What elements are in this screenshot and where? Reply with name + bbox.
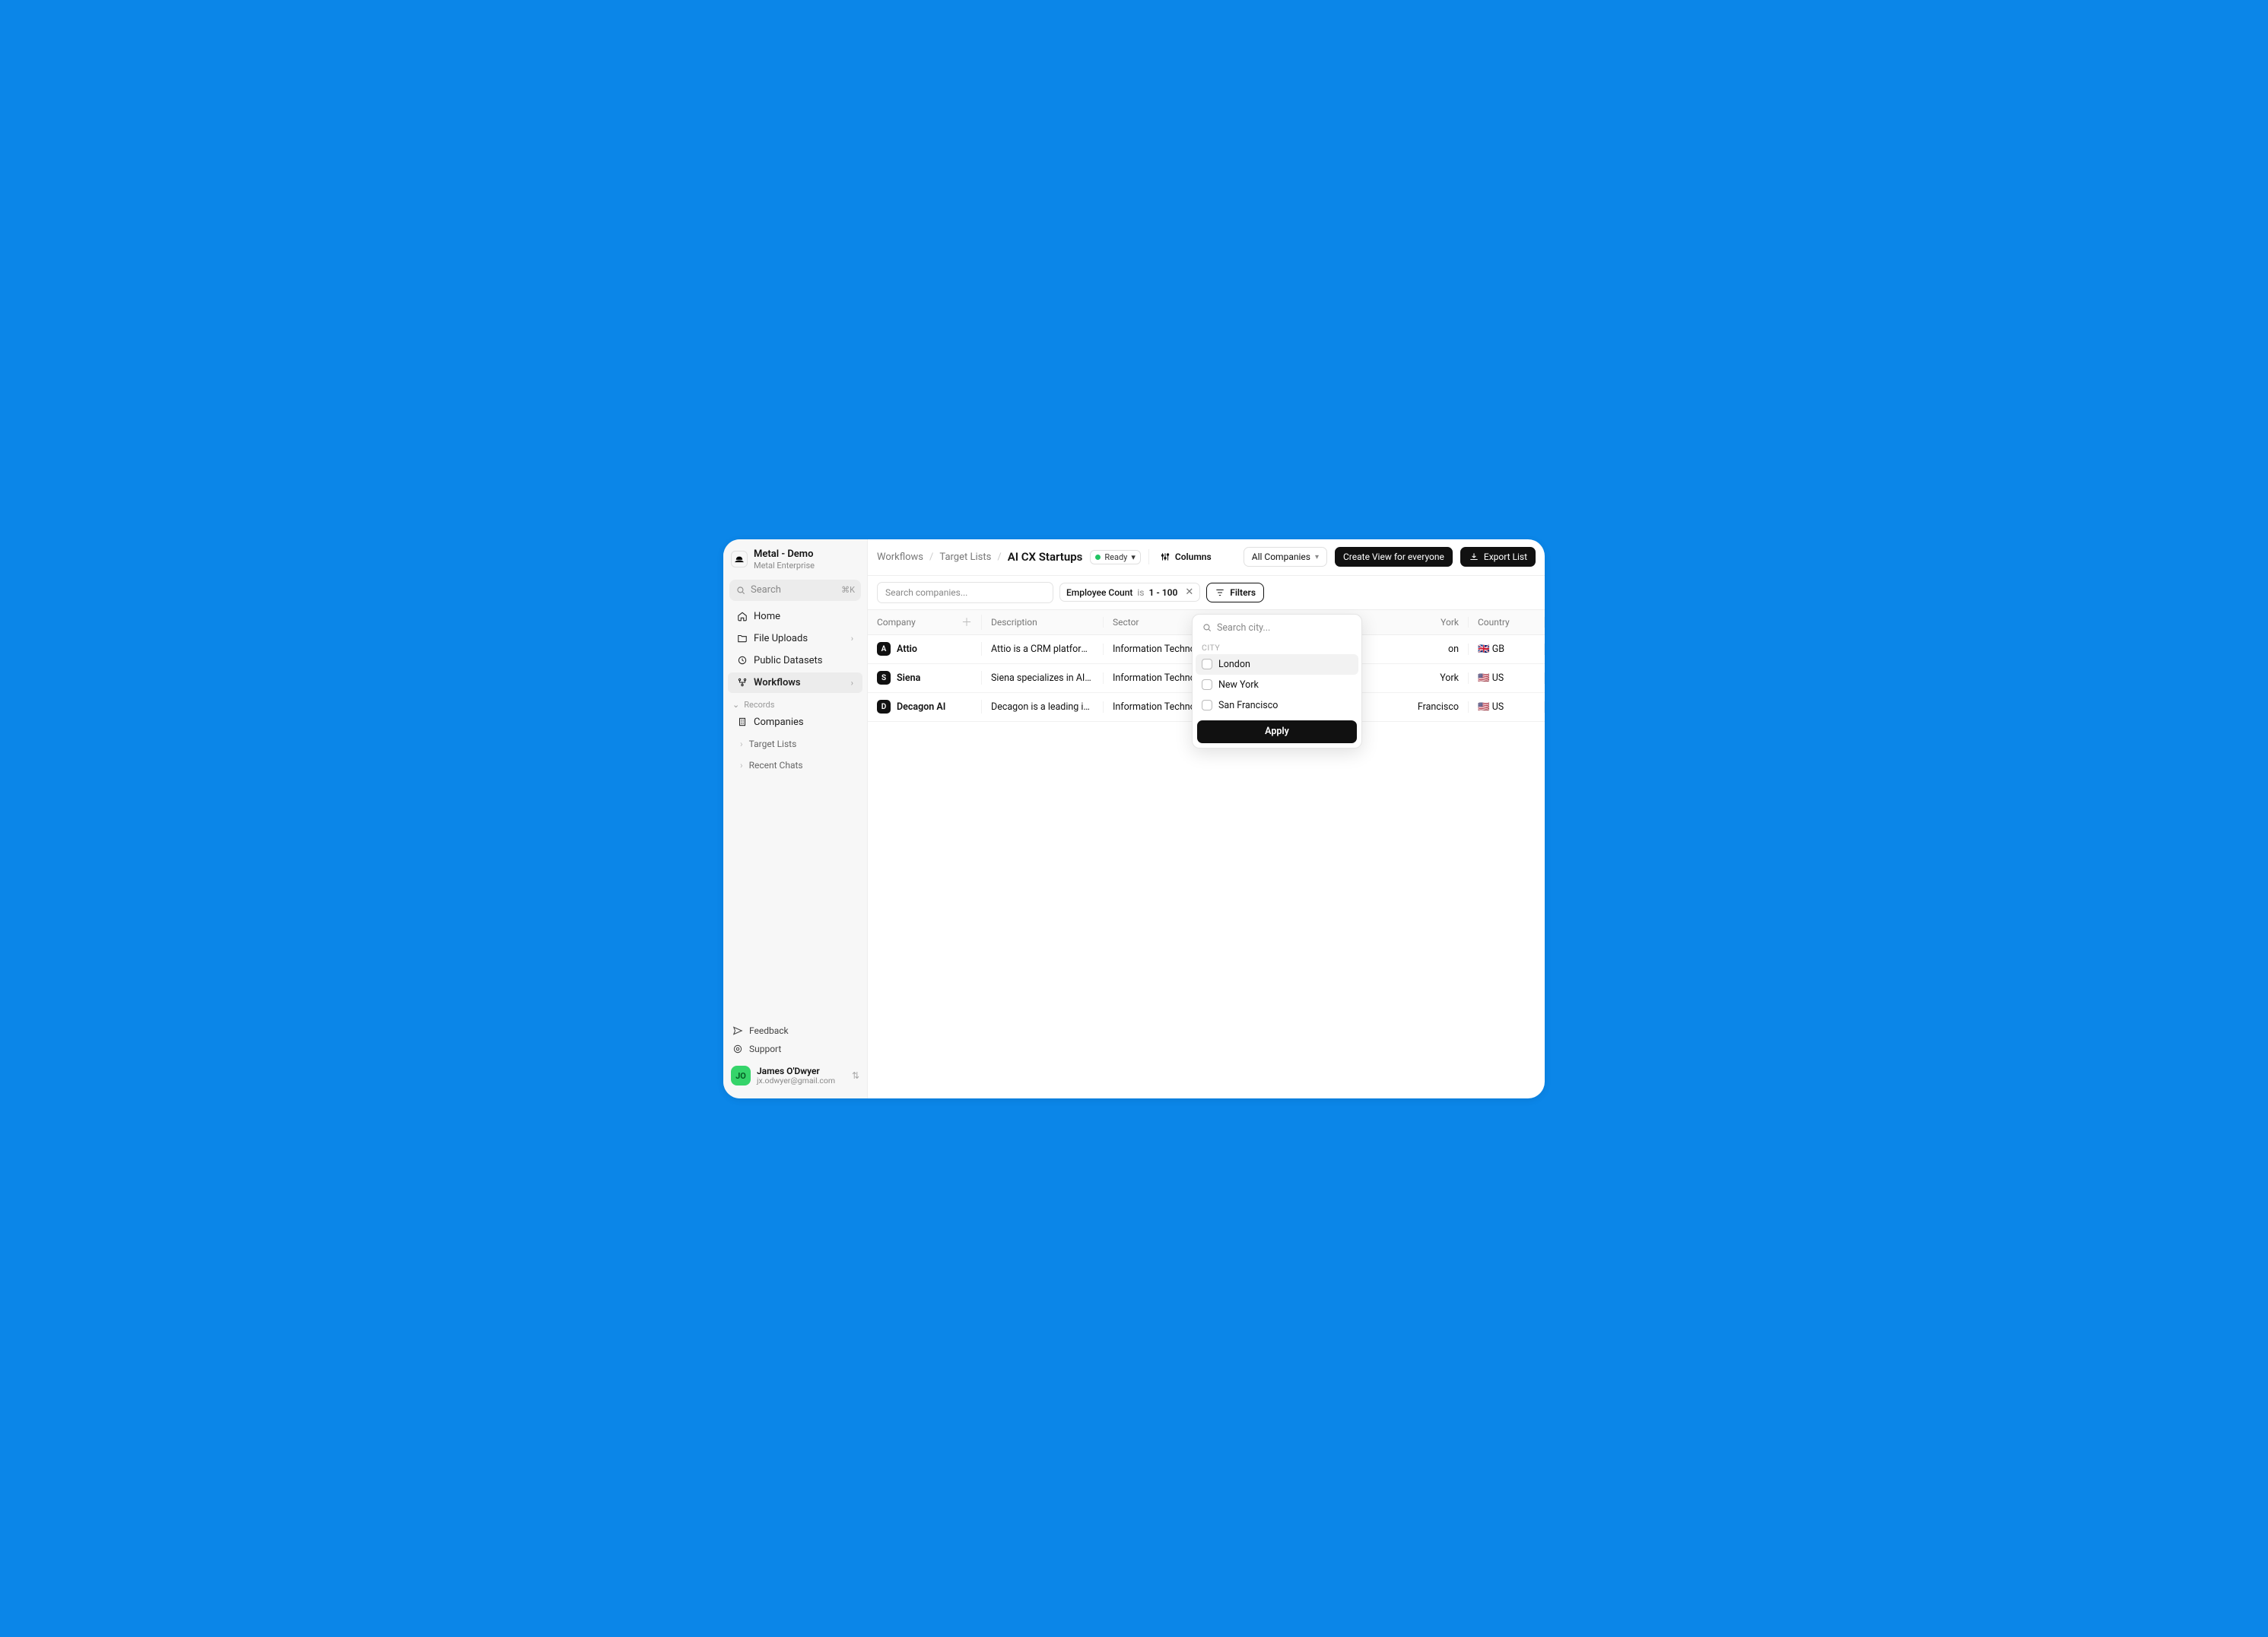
status-dot-icon (1095, 555, 1101, 560)
nav-companies[interactable]: Companies (728, 712, 862, 733)
nav-target-lists[interactable]: › Target Lists (728, 734, 862, 754)
workspace-plan: Metal Enterprise (754, 561, 815, 571)
city-section-label: CITY (1196, 638, 1358, 654)
chevron-right-icon: › (740, 760, 743, 771)
chevron-down-icon: ▾ (1315, 553, 1319, 561)
col-company[interactable]: Company ＋ (868, 615, 982, 630)
apply-button[interactable]: Apply (1197, 720, 1357, 743)
download-icon (1469, 551, 1479, 562)
main: Workflows / Target Lists / AI CX Startup… (868, 539, 1545, 1098)
sidebar-search[interactable]: Search ⌘K (729, 580, 861, 601)
companies-table: Company ＋ Description Sector York Countr… (868, 609, 1545, 1098)
sidebar-search-shortcut: ⌘K (841, 585, 855, 595)
nav-workflows[interactable]: Workflows › (728, 672, 862, 693)
city-search-input[interactable]: Search city... (1196, 618, 1358, 638)
user-email: jx.odwyer@gmail.com (757, 1076, 835, 1086)
workspace-logo-icon (731, 551, 748, 567)
nav-file-uploads[interactable]: File Uploads › (728, 628, 862, 649)
col-description[interactable]: Description (982, 617, 1104, 628)
lifebuoy-icon (732, 1044, 743, 1054)
city-option-san-francisco[interactable]: San Francisco (1196, 695, 1358, 716)
checkbox[interactable] (1202, 659, 1212, 669)
crumb-target-lists[interactable]: Target Lists (939, 551, 991, 563)
chevron-down-icon: ⌄ (732, 700, 739, 710)
user-menu[interactable]: JO James O'Dwyer jx.odwyer@gmail.com ⇅ (723, 1058, 867, 1094)
company-logo-icon: D (877, 700, 891, 714)
sliders-icon (1160, 551, 1171, 562)
chevron-right-icon: › (740, 739, 743, 749)
chevron-right-icon: › (851, 634, 853, 644)
avatar: JO (731, 1066, 751, 1086)
city-option-new-york[interactable]: New York (1196, 675, 1358, 695)
app-window: Metal - Demo Metal Enterprise Search ⌘K … (723, 539, 1545, 1098)
sidebar-search-placeholder: Search (751, 584, 781, 596)
filter-chip-employee-count[interactable]: Employee Count is 1 - 100 ✕ (1059, 583, 1200, 602)
remove-chip-icon[interactable]: ✕ (1182, 586, 1193, 598)
company-logo-icon: A (877, 642, 891, 656)
crumb-current: AI CX Startups (1008, 550, 1083, 564)
company-logo-icon: S (877, 671, 891, 685)
folder-icon (737, 633, 748, 644)
checkbox[interactable] (1202, 679, 1212, 690)
filters-button[interactable]: Filters (1206, 583, 1264, 602)
send-icon (732, 1025, 743, 1036)
support-link[interactable]: Support (723, 1040, 867, 1058)
workspace-header[interactable]: Metal - Demo Metal Enterprise (723, 544, 867, 574)
col-country[interactable]: Country (1469, 617, 1545, 628)
col-hidden-b: York (1355, 617, 1469, 628)
search-icon (735, 585, 746, 596)
feedback-link[interactable]: Feedback (723, 1022, 867, 1040)
workspace-name: Metal - Demo (754, 548, 815, 560)
sidebar: Metal - Demo Metal Enterprise Search ⌘K … (723, 539, 868, 1098)
chevron-down-icon: ▾ (1131, 552, 1136, 562)
nav-public-datasets[interactable]: Public Datasets (728, 650, 862, 671)
chevron-right-icon: › (851, 678, 853, 688)
home-icon (737, 611, 748, 621)
create-view-button[interactable]: Create View for everyone (1335, 547, 1453, 567)
filter-bar: Search companies... Employee Count is 1 … (868, 576, 1545, 609)
workflow-icon (737, 677, 748, 688)
topbar: Workflows / Target Lists / AI CX Startup… (868, 539, 1545, 576)
columns-button[interactable]: Columns (1157, 548, 1215, 566)
add-column-icon[interactable]: ＋ (961, 615, 972, 630)
search-icon (1202, 622, 1212, 633)
companies-search-input[interactable]: Search companies... (877, 582, 1053, 603)
checkbox[interactable] (1202, 700, 1212, 710)
updown-icon: ⇅ (852, 1070, 859, 1081)
city-option-london[interactable]: London (1196, 654, 1358, 675)
building-icon (737, 717, 748, 727)
records-section[interactable]: ⌄ Records (723, 694, 867, 711)
user-name: James O'Dwyer (757, 1066, 835, 1076)
city-filter-popover: Search city... CITY London New York San … (1192, 614, 1362, 749)
companies-dropdown[interactable]: All Companies ▾ (1244, 547, 1327, 567)
nav-recent-chats[interactable]: › Recent Chats (728, 755, 862, 775)
nav-home[interactable]: Home (728, 606, 862, 627)
clock-icon (737, 655, 748, 666)
crumb-workflows[interactable]: Workflows (877, 551, 923, 563)
filter-icon (1215, 587, 1225, 598)
breadcrumb: Workflows / Target Lists / AI CX Startup… (877, 550, 1082, 564)
export-button[interactable]: Export List (1460, 547, 1536, 567)
status-badge[interactable]: Ready ▾ (1090, 550, 1141, 564)
